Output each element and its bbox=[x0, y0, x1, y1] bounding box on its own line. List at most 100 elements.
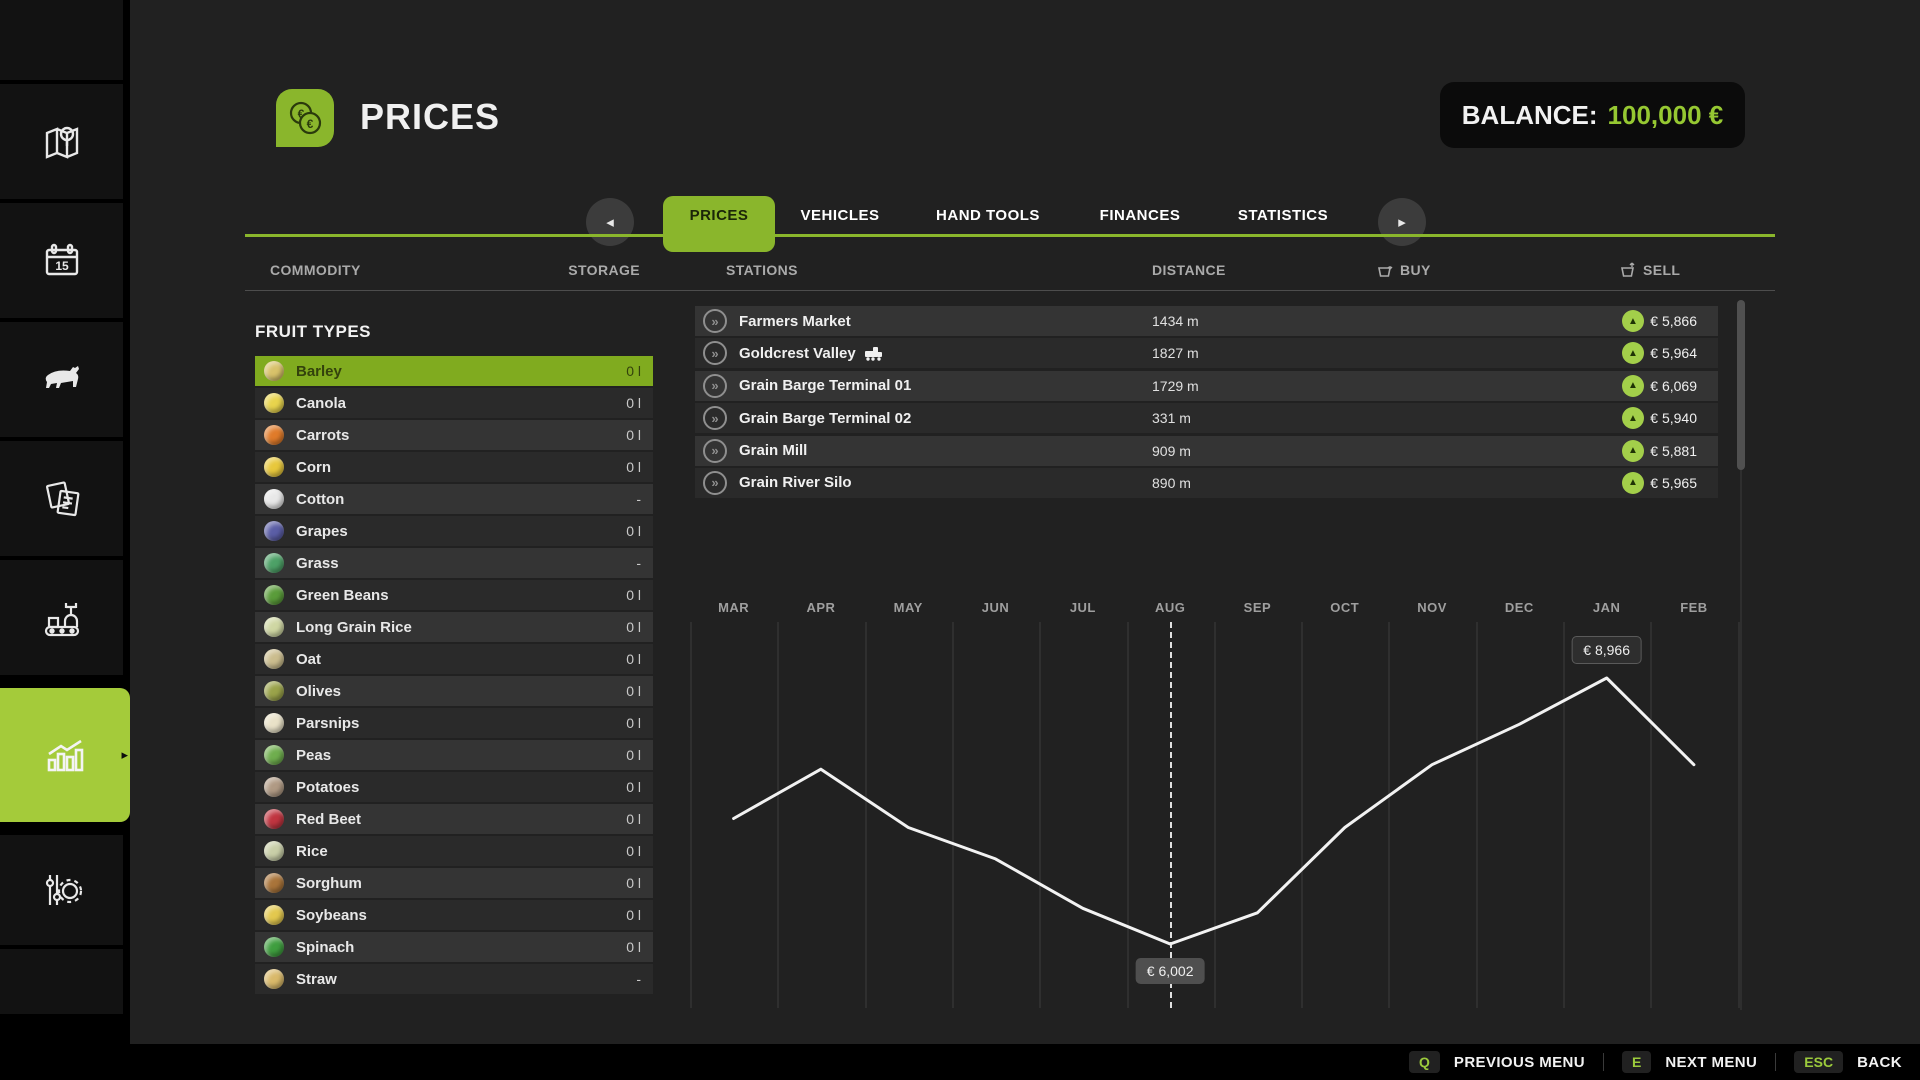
station-row-grain-mill[interactable]: »Grain Mill909 m▲€ 5,881 bbox=[695, 436, 1718, 466]
commodity-storage-value: 0 l bbox=[626, 747, 641, 763]
tab-statistics[interactable]: STATISTICS bbox=[1238, 207, 1328, 224]
chart-gridline bbox=[1039, 622, 1041, 1008]
commodity-row-rice[interactable]: Rice0 l bbox=[255, 836, 653, 866]
column-header-stations: STATIONS bbox=[726, 262, 798, 278]
commodity-storage-value: 0 l bbox=[626, 619, 641, 635]
chart-gridline bbox=[777, 622, 779, 1008]
sidebar-item-statistics[interactable]: ▸ bbox=[0, 688, 130, 822]
column-header-commodity: COMMODITY bbox=[270, 262, 361, 278]
column-header-storage: STORAGE bbox=[500, 262, 640, 278]
price-trend-up-icon: ▲ bbox=[1622, 407, 1644, 429]
tab-prices[interactable]: PRICES bbox=[690, 207, 749, 224]
commodity-row-barley[interactable]: Barley0 l bbox=[255, 356, 653, 386]
station-row-grain-barge-terminal-02[interactable]: »Grain Barge Terminal 02331 m▲€ 5,940 bbox=[695, 403, 1718, 433]
chart-gridline bbox=[1650, 622, 1652, 1008]
commodity-name: Cotton bbox=[296, 491, 344, 508]
commodity-name: Grass bbox=[296, 555, 339, 572]
settings-icon bbox=[38, 867, 86, 913]
commodity-name: Soybeans bbox=[296, 907, 367, 924]
station-sell-price: € 5,964 bbox=[1650, 345, 1697, 361]
chart-gridline bbox=[952, 622, 954, 1008]
sidebar-item-calendar[interactable]: 15 bbox=[0, 203, 123, 318]
sidebar-menu: 15 ▸ bbox=[0, 0, 130, 1080]
commodity-name: Spinach bbox=[296, 939, 354, 956]
commodity-icon bbox=[264, 425, 284, 445]
commodity-row-potatoes[interactable]: Potatoes0 l bbox=[255, 772, 653, 802]
month-label-oct: OCT bbox=[1330, 600, 1359, 615]
sidebar-item-contracts[interactable] bbox=[0, 441, 123, 556]
sidebar-item-settings[interactable] bbox=[0, 835, 123, 945]
commodity-icon bbox=[264, 361, 284, 381]
tabs-prev-button[interactable]: ◂ bbox=[586, 198, 634, 246]
commodity-icon bbox=[264, 777, 284, 797]
commodity-name: Corn bbox=[296, 459, 331, 476]
stations-scrollbar-track bbox=[1740, 470, 1742, 1010]
sidebar-item-map[interactable] bbox=[0, 84, 123, 199]
commodity-icon bbox=[264, 745, 284, 765]
tab-finances[interactable]: FINANCES bbox=[1100, 207, 1181, 224]
header-divider bbox=[245, 290, 1775, 291]
station-row-grain-barge-terminal-01[interactable]: »Grain Barge Terminal 011729 m▲€ 6,069 bbox=[695, 371, 1718, 401]
commodity-name: Carrots bbox=[296, 427, 349, 444]
footer-action-back[interactable]: BACK bbox=[1857, 1054, 1902, 1071]
commodity-row-canola[interactable]: Canola0 l bbox=[255, 388, 653, 418]
station-row-grain-river-silo[interactable]: »Grain River Silo890 m▲€ 5,965 bbox=[695, 468, 1718, 498]
sidebar-item-animals[interactable] bbox=[0, 322, 123, 437]
station-sell-price: € 6,069 bbox=[1650, 378, 1697, 394]
commodity-row-long-grain-rice[interactable]: Long Grain Rice0 l bbox=[255, 612, 653, 642]
month-label-nov: NOV bbox=[1417, 600, 1447, 615]
tab-hand-tools[interactable]: HAND TOOLS bbox=[936, 207, 1040, 224]
commodity-icon bbox=[264, 713, 284, 733]
commodity-row-grapes[interactable]: Grapes0 l bbox=[255, 516, 653, 546]
commodity-row-parsnips[interactable]: Parsnips0 l bbox=[255, 708, 653, 738]
commodity-name: Straw bbox=[296, 971, 337, 988]
commodity-row-corn[interactable]: Corn0 l bbox=[255, 452, 653, 482]
footer-action-next-menu[interactable]: NEXT MENU bbox=[1665, 1054, 1757, 1071]
station-target-icon: » bbox=[703, 309, 727, 333]
price-trend-up-icon: ▲ bbox=[1622, 375, 1644, 397]
commodity-row-green-beans[interactable]: Green Beans0 l bbox=[255, 580, 653, 610]
footer-action-previous-menu[interactable]: PREVIOUS MENU bbox=[1454, 1054, 1585, 1071]
station-row-goldcrest-valley[interactable]: »Goldcrest Valley1827 m▲€ 5,964 bbox=[695, 338, 1718, 368]
station-name: Grain Barge Terminal 02 bbox=[739, 410, 911, 427]
commodity-row-spinach[interactable]: Spinach0 l bbox=[255, 932, 653, 962]
commodity-row-sorghum[interactable]: Sorghum0 l bbox=[255, 868, 653, 898]
station-row-farmers-market[interactable]: »Farmers Market1434 m▲€ 5,866 bbox=[695, 306, 1718, 336]
statistics-icon bbox=[41, 732, 89, 778]
buy-basket-icon bbox=[1377, 262, 1394, 278]
tab-vehicles[interactable]: VEHICLES bbox=[800, 207, 879, 224]
station-sell-price: € 5,866 bbox=[1650, 313, 1697, 329]
commodity-row-olives[interactable]: Olives0 l bbox=[255, 676, 653, 706]
prices-screen: 15▸ € € PRICES BALANCE: 100,000 € ◂ ▸ PR… bbox=[0, 0, 1920, 1080]
commodity-storage-value: - bbox=[636, 491, 641, 507]
key-badge-esc: ESC bbox=[1794, 1051, 1843, 1073]
sidebar-item-production[interactable] bbox=[0, 560, 123, 675]
commodity-row-carrots[interactable]: Carrots0 l bbox=[255, 420, 653, 450]
station-sell-price: € 5,965 bbox=[1650, 475, 1697, 491]
commodity-row-oat[interactable]: Oat0 l bbox=[255, 644, 653, 674]
commodity-name: Grapes bbox=[296, 523, 348, 540]
commodity-row-soybeans[interactable]: Soybeans0 l bbox=[255, 900, 653, 930]
commodity-row-grass[interactable]: Grass- bbox=[255, 548, 653, 578]
station-name: Grain Mill bbox=[739, 442, 807, 459]
station-distance: 1827 m bbox=[1152, 345, 1199, 361]
tabs-next-button[interactable]: ▸ bbox=[1378, 198, 1426, 246]
station-name: Farmers Market bbox=[739, 313, 851, 330]
commodity-row-cotton[interactable]: Cotton - bbox=[255, 484, 653, 514]
stations-scrollbar-thumb[interactable] bbox=[1737, 300, 1745, 470]
svg-text:€: € bbox=[307, 117, 314, 131]
month-label-apr: APR bbox=[806, 600, 835, 615]
balance-value: 100,000 € bbox=[1608, 100, 1724, 131]
commodity-icon bbox=[264, 393, 284, 413]
station-distance: 890 m bbox=[1152, 475, 1191, 491]
min-price-label: € 6,002 bbox=[1136, 958, 1205, 984]
commodity-row-straw[interactable]: Straw- bbox=[255, 964, 653, 994]
station-distance: 909 m bbox=[1152, 443, 1191, 459]
sidebar-spacer-tile bbox=[0, 949, 123, 1014]
commodity-row-peas[interactable]: Peas0 l bbox=[255, 740, 653, 770]
commodity-row-red-beet[interactable]: Red Beet0 l bbox=[255, 804, 653, 834]
month-label-jan: JAN bbox=[1593, 600, 1621, 615]
commodity-name: Potatoes bbox=[296, 779, 359, 796]
month-label-sep: SEP bbox=[1244, 600, 1272, 615]
fruit-types-label: FRUIT TYPES bbox=[255, 322, 371, 342]
